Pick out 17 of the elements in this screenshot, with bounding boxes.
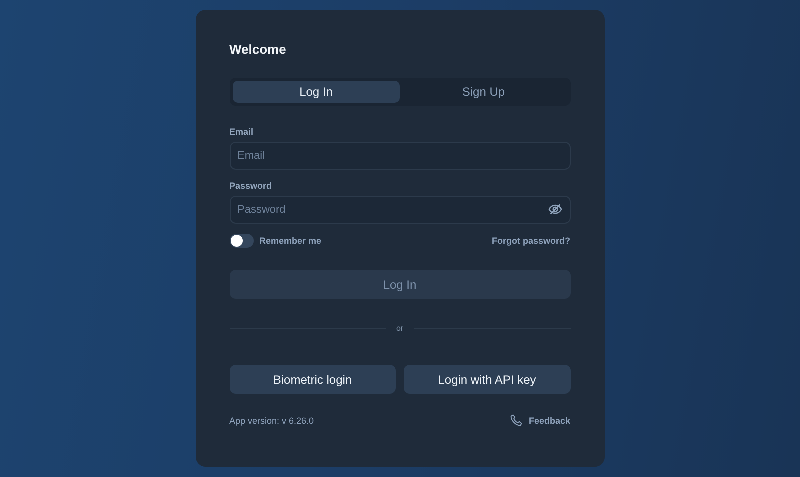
login-option-button[interactable]: Login with API key xyxy=(404,365,570,394)
tab[interactable]: Sign Up xyxy=(400,81,568,103)
field-label: Email xyxy=(230,127,254,137)
email-field[interactable]: Email xyxy=(230,142,570,170)
app-version: App version: v 6.26.0 xyxy=(230,416,314,426)
login-option-button[interactable]: Biometric login xyxy=(230,365,396,394)
password-field[interactable]: Password xyxy=(230,196,570,224)
feedback-link[interactable]: Feedback xyxy=(528,416,570,426)
toggle-switch[interactable] xyxy=(230,234,254,248)
welcome-title: Welcome xyxy=(230,42,288,58)
divider-label: or xyxy=(396,324,404,333)
tab[interactable]: Log In xyxy=(232,81,400,103)
forgot-password-link[interactable]: Forgot password? xyxy=(492,236,570,246)
hidden-eye-icon[interactable] xyxy=(548,202,562,217)
remember-label: Remember me xyxy=(260,236,322,246)
phone-icon[interactable] xyxy=(510,414,523,427)
field-label: Password xyxy=(230,181,272,191)
